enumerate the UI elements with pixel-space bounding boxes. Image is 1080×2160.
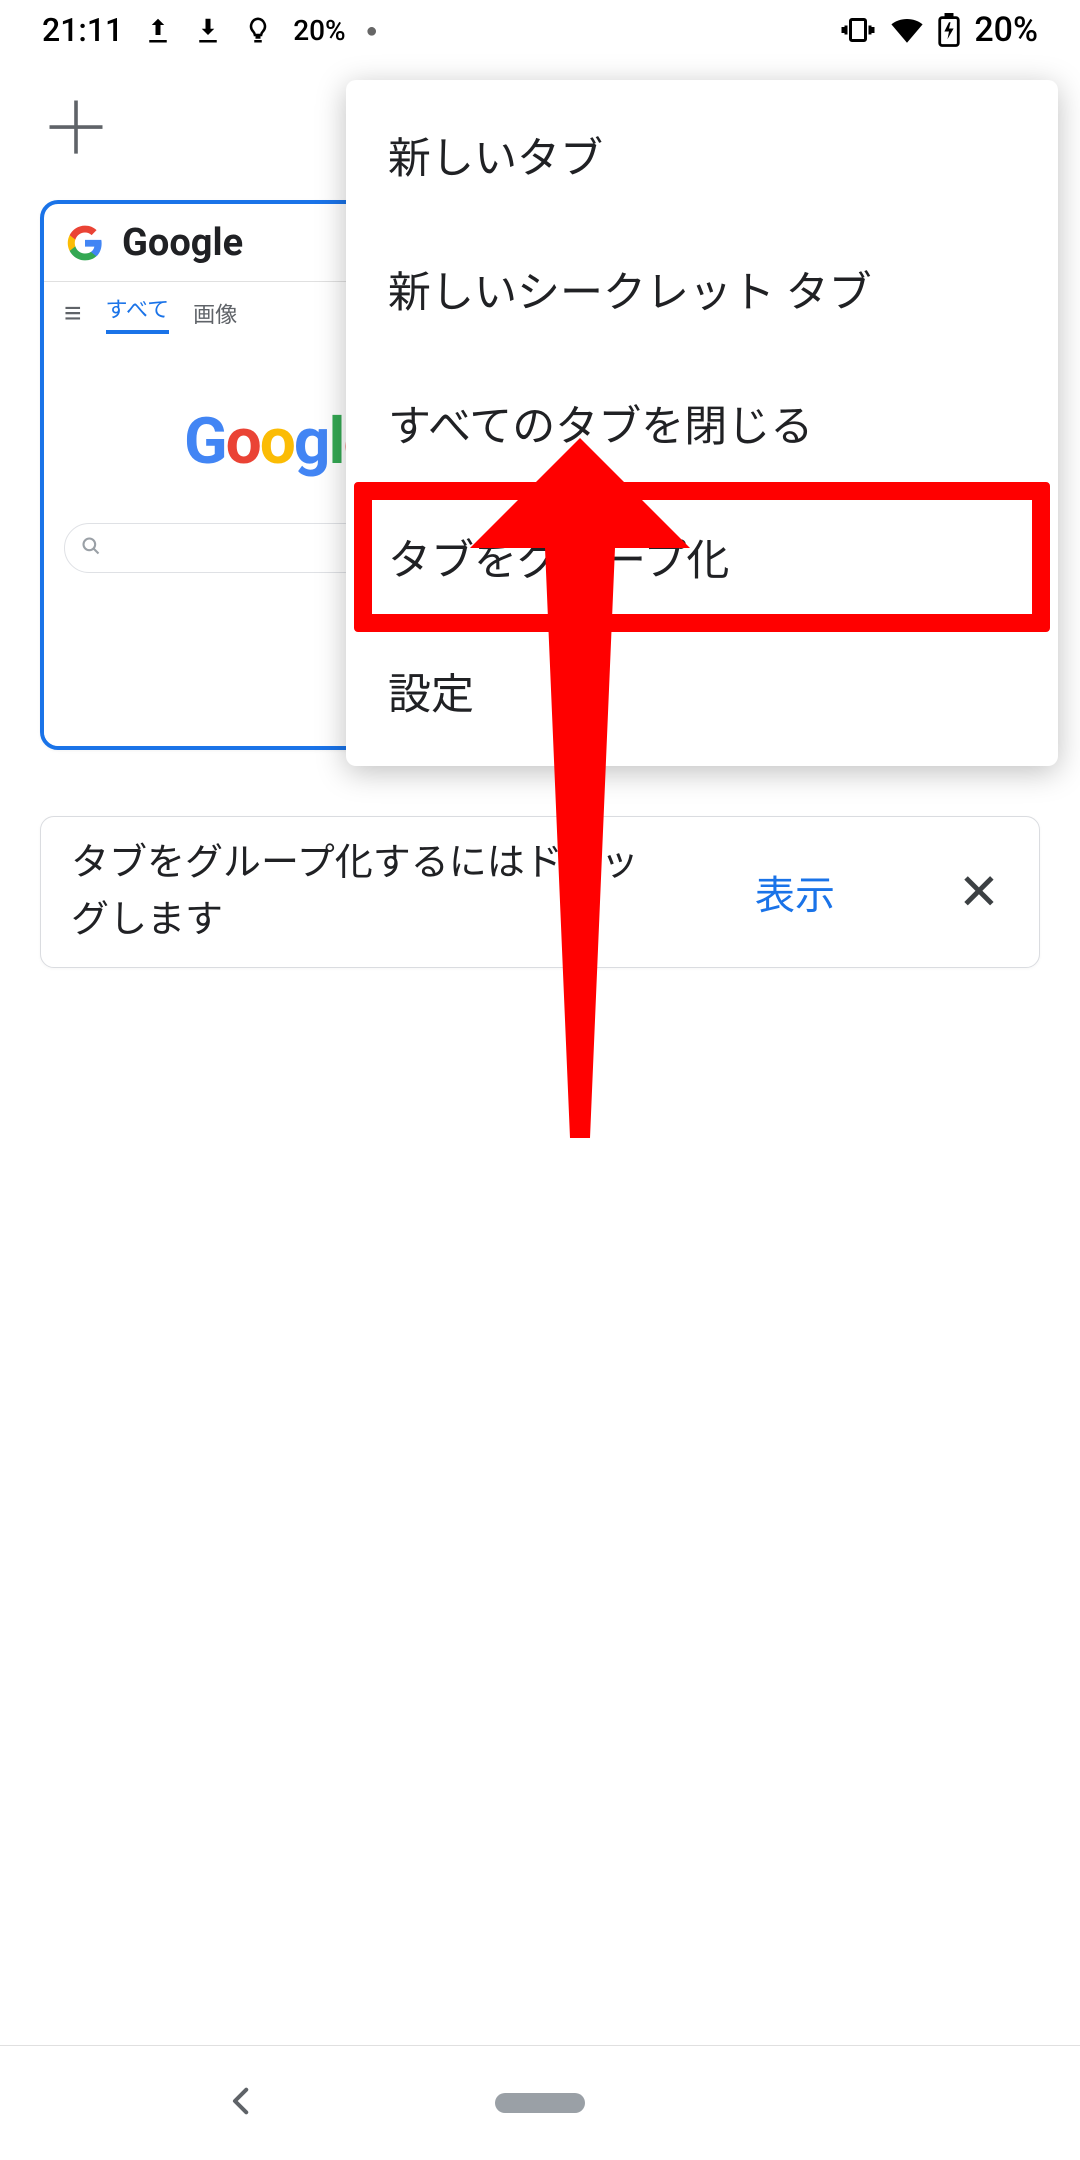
vibrate-icon bbox=[840, 16, 876, 44]
overflow-menu: 新しいタブ 新しいシークレット タブ すべてのタブを閉じる タブをグループ化 設… bbox=[346, 80, 1058, 766]
hamburger-icon: ≡ bbox=[64, 296, 82, 331]
home-pill-icon[interactable] bbox=[495, 2093, 585, 2113]
menu-item-close-all-tabs[interactable]: すべてのタブを閉じる bbox=[346, 356, 1058, 490]
new-tab-button[interactable]: ＋ bbox=[40, 94, 112, 166]
logo-letter: o bbox=[226, 404, 260, 479]
hint-text: タブをグループ化するにはドラッグします bbox=[71, 835, 641, 949]
status-battery-small: 20% bbox=[293, 14, 345, 47]
logo-letter: o bbox=[260, 404, 294, 479]
wifi-icon bbox=[890, 17, 924, 43]
download-icon bbox=[193, 15, 223, 45]
battery-icon bbox=[938, 13, 960, 47]
google-tab-images: 画像 bbox=[193, 297, 237, 329]
bulb-icon bbox=[243, 13, 273, 47]
hint-close-button[interactable]: ✕ bbox=[949, 863, 1009, 922]
back-icon[interactable] bbox=[225, 2076, 259, 2130]
menu-item-settings[interactable]: 設定 bbox=[346, 624, 1058, 758]
logo-letter: G bbox=[184, 404, 226, 479]
status-bar: 21:11 20% ● 20% bbox=[0, 0, 1080, 60]
hint-action-button[interactable]: 表示 bbox=[665, 863, 925, 921]
status-dot-icon: ● bbox=[366, 18, 378, 43]
status-time: 21:11 bbox=[42, 11, 123, 49]
upload-icon bbox=[143, 15, 173, 45]
status-left: 21:11 20% ● bbox=[42, 11, 378, 49]
menu-item-new-incognito-tab[interactable]: 新しいシークレット タブ bbox=[346, 222, 1058, 356]
google-favicon-icon bbox=[66, 224, 104, 262]
menu-item-new-tab[interactable]: 新しいタブ bbox=[346, 88, 1058, 222]
menu-item-group-tabs[interactable]: タブをグループ化 bbox=[346, 490, 1058, 624]
tab-title: Google bbox=[122, 221, 243, 265]
status-battery-text: 20% bbox=[974, 10, 1038, 50]
google-tab-all: すべて bbox=[106, 292, 170, 334]
group-tabs-hint: タブをグループ化するにはドラッグします 表示 ✕ bbox=[40, 816, 1040, 968]
logo-letter: l bbox=[328, 404, 343, 479]
search-icon bbox=[81, 534, 101, 562]
system-nav-bar bbox=[0, 2045, 1080, 2160]
status-right: 20% bbox=[840, 10, 1038, 50]
logo-letter: g bbox=[294, 404, 329, 479]
